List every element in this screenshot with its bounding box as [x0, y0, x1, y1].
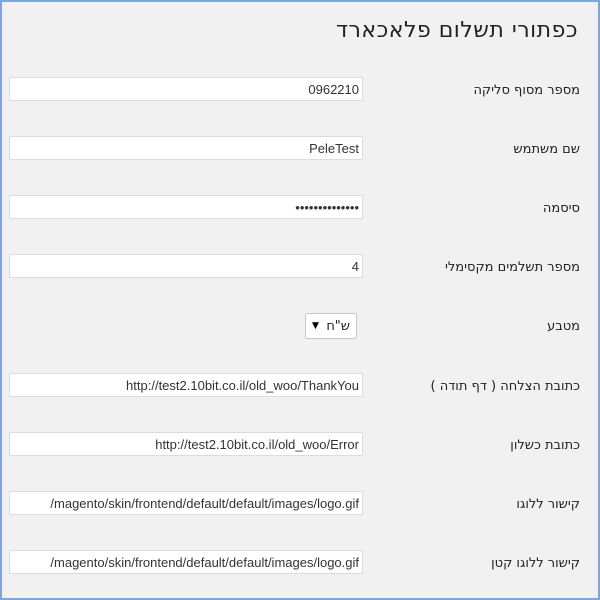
password-input[interactable]	[9, 195, 363, 219]
success-url-input[interactable]	[9, 373, 363, 397]
currency-row: מטבע ▼ ש"ח	[2, 313, 598, 341]
failure-url-row: כתובת כשלון	[2, 432, 598, 460]
success-url-row: כתובת הצלחה ( דף תודה )	[2, 373, 598, 401]
logo-link-label: קישור ללוגו	[516, 497, 580, 512]
success-url-label: כתובת הצלחה ( דף תודה )	[430, 379, 581, 394]
max-payments-label: מספר תשלמים מקסימלי	[444, 260, 580, 275]
failure-url-input[interactable]	[9, 432, 363, 456]
max-payments-input[interactable]	[9, 254, 363, 278]
currency-select[interactable]: ▼ ש"ח	[305, 313, 357, 339]
password-label: סיסמה	[542, 201, 580, 216]
small-logo-link-input[interactable]	[9, 550, 363, 574]
username-label: שם משתמש	[513, 142, 580, 157]
username-row: שם משתמש	[2, 136, 598, 164]
small-logo-link-label: קישור ללוגו קטן	[491, 556, 580, 571]
currency-selected-value: ש"ח	[326, 318, 350, 334]
currency-label: מטבע	[547, 319, 580, 334]
logo-link-input[interactable]	[9, 491, 363, 515]
terminal-number-label: מספר מסוף סליקה	[473, 83, 580, 98]
settings-panel: כפתורי תשלום פלאכארד מספר מסוף סליקה שם …	[0, 0, 600, 600]
logo-link-row: קישור ללוגו	[2, 491, 598, 519]
failure-url-label: כתובת כשלון	[510, 438, 580, 453]
terminal-number-input[interactable]	[9, 77, 363, 101]
password-row: סיסמה	[2, 195, 598, 223]
small-logo-link-row: קישור ללוגו קטן	[2, 550, 598, 578]
page-title: כפתורי תשלום פלאכארד	[335, 18, 578, 43]
max-payments-row: מספר תשלמים מקסימלי	[2, 254, 598, 282]
terminal-number-row: מספר מסוף סליקה	[2, 77, 598, 105]
username-input[interactable]	[9, 136, 363, 160]
chevron-down-icon: ▼	[312, 321, 319, 331]
